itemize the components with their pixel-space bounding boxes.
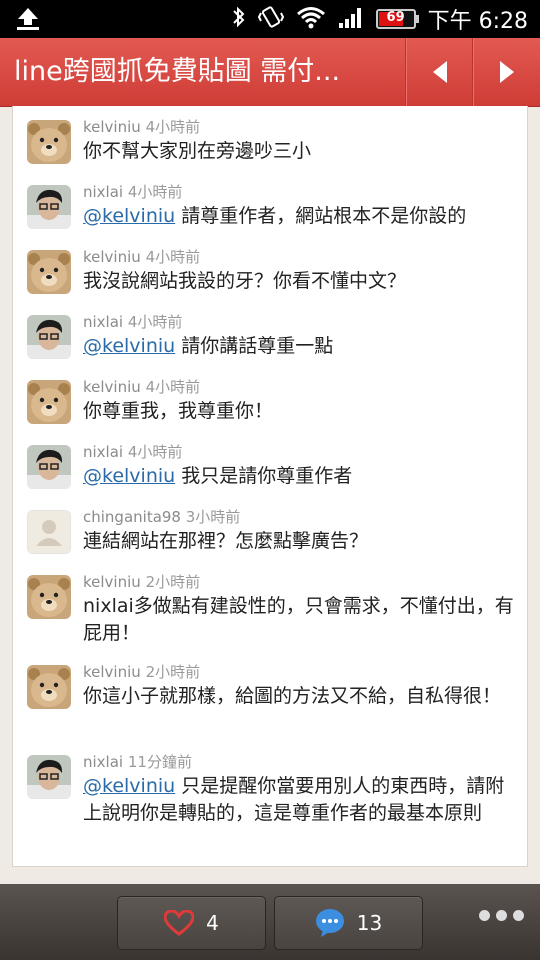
comment-timestamp: 4小時前 (127, 443, 183, 461)
signal-icon (338, 5, 364, 33)
avatar[interactable] (27, 315, 71, 359)
comment-meta: kelviniu 4小時前 (83, 246, 200, 267)
comment-body: 請你講話尊重一點 (175, 335, 334, 357)
comment-text: 連結網站在那裡？怎麼點擊廣告？ (83, 528, 515, 555)
comment-meta: chinganita98 3小時前 (83, 506, 240, 527)
comment-text: @kelviniu 請你講話尊重一點 (83, 333, 515, 360)
avatar[interactable] (27, 380, 71, 424)
like-button[interactable]: 4 (117, 896, 266, 950)
comment-meta: nixlai 4小時前 (83, 311, 182, 332)
wifi-icon (296, 5, 326, 33)
comment-list[interactable]: kelviniu 4小時前 你不幫大家別在旁邊吵三小 nixlai 4小時前 @kel… (12, 106, 528, 867)
bluetooth-icon (232, 5, 246, 33)
comment-text: 你這小子就那樣，給圖的方法又不給，自私得很！ (83, 683, 515, 710)
comment-count: 13 (356, 911, 383, 935)
comment-timestamp: 3小時前 (185, 508, 241, 526)
comment-body: 請尊重作者，網站根本不是你設的 (175, 205, 467, 227)
comment-text: 你尊重我，我尊重你！ (83, 398, 515, 425)
comment-body: 我只是請你尊重作者 (175, 465, 353, 487)
heart-icon (164, 910, 195, 936)
comment-meta: kelviniu 2小時前 (83, 661, 200, 682)
prev-button[interactable] (405, 38, 473, 106)
avatar[interactable] (27, 755, 71, 799)
battery-icon: 69 (375, 9, 419, 29)
comment-body: nixlai多做點有建設性的，只會需求，不懂付出，有屁用！ (83, 595, 514, 644)
comment-body: 連結網站在那裡？怎麼點擊廣告？ (83, 530, 369, 552)
comment-body: 你不幫大家別在旁邊吵三小 (83, 140, 312, 162)
comment-text: 你不幫大家別在旁邊吵三小 (83, 138, 515, 165)
comment-meta: nixlai 4小時前 (83, 181, 182, 202)
status-bar: 69 下午 6:28 (0, 0, 540, 38)
comment-username[interactable]: kelviniu (83, 663, 141, 681)
page-title: line跨國抓免費貼圖 需付... (14, 56, 341, 87)
vibrate-icon (257, 5, 284, 33)
bottom-action-bar: 4 13 (0, 884, 540, 960)
comment-username[interactable]: kelviniu (83, 248, 141, 266)
mention-link[interactable]: @kelviniu (83, 775, 175, 797)
comment-username[interactable]: nixlai (83, 753, 123, 771)
comment-text: nixlai多做點有建設性的，只會需求，不懂付出，有屁用！ (83, 593, 515, 647)
comment-timestamp: 11分鐘前 (127, 753, 192, 771)
comment-timestamp: 2小時前 (145, 573, 201, 591)
speech-bubble-icon (315, 909, 344, 937)
avatar[interactable] (27, 665, 71, 709)
comment-meta: nixlai 4小時前 (83, 441, 182, 462)
battery-level: 69 (386, 10, 405, 25)
comment-meta: nixlai 11分鐘前 (83, 751, 192, 772)
mention-link[interactable]: @kelviniu (83, 205, 175, 227)
comment-body: 我沒說網站我設的牙？你看不懂中文？ (83, 270, 407, 292)
avatar[interactable] (27, 575, 71, 619)
avatar[interactable] (27, 510, 71, 554)
comment-button[interactable]: 13 (274, 896, 423, 950)
comment-meta: kelviniu 4小時前 (83, 376, 200, 397)
avatar[interactable] (27, 250, 71, 294)
chevron-left-icon (432, 61, 447, 83)
comment-timestamp: 4小時前 (127, 183, 183, 201)
header-bar: line跨國抓免費貼圖 需付... (0, 38, 540, 107)
comment-username[interactable]: kelviniu (83, 378, 141, 396)
comment-username[interactable]: kelviniu (83, 118, 141, 136)
more-icon[interactable] (479, 910, 524, 921)
comment-timestamp: 4小時前 (145, 378, 201, 396)
comment-timestamp: 4小時前 (145, 248, 201, 266)
comment-timestamp: 4小時前 (127, 313, 183, 331)
comment-text: 我沒說網站我設的牙？你看不懂中文？ (83, 268, 515, 295)
comment-meta: kelviniu 2小時前 (83, 571, 200, 592)
comment-body: 你尊重我，我尊重你！ (83, 400, 274, 422)
comment-username[interactable]: chinganita98 (83, 508, 181, 526)
comment-body: 你這小子就那樣，給圖的方法又不給，自私得很！ (83, 685, 502, 707)
mention-link[interactable]: @kelviniu (83, 335, 175, 357)
like-count: 4 (206, 911, 219, 935)
avatar[interactable] (27, 185, 71, 229)
clock: 下午 6:28 (427, 9, 528, 34)
avatar[interactable] (27, 120, 71, 164)
comment-text: @kelviniu 我只是請你尊重作者 (83, 463, 515, 490)
comment-timestamp: 4小時前 (145, 118, 201, 136)
comment-meta: kelviniu 4小時前 (83, 116, 200, 137)
comment-username[interactable]: nixlai (83, 443, 123, 461)
avatar[interactable] (27, 445, 71, 489)
upload-icon (14, 6, 42, 36)
comment-username[interactable]: nixlai (83, 183, 123, 201)
mention-link[interactable]: @kelviniu (83, 465, 175, 487)
next-button[interactable] (472, 38, 540, 106)
comment-username[interactable]: kelviniu (83, 573, 141, 591)
comment-timestamp: 2小時前 (145, 663, 201, 681)
comment-text: @kelviniu 請尊重作者，網站根本不是你設的 (83, 203, 515, 230)
comment-text: @kelviniu 只是提醒你當要用別人的東西時，請附上說明你是轉貼的，這是尊重… (83, 773, 515, 827)
chevron-right-icon (499, 61, 514, 83)
comment-username[interactable]: nixlai (83, 313, 123, 331)
